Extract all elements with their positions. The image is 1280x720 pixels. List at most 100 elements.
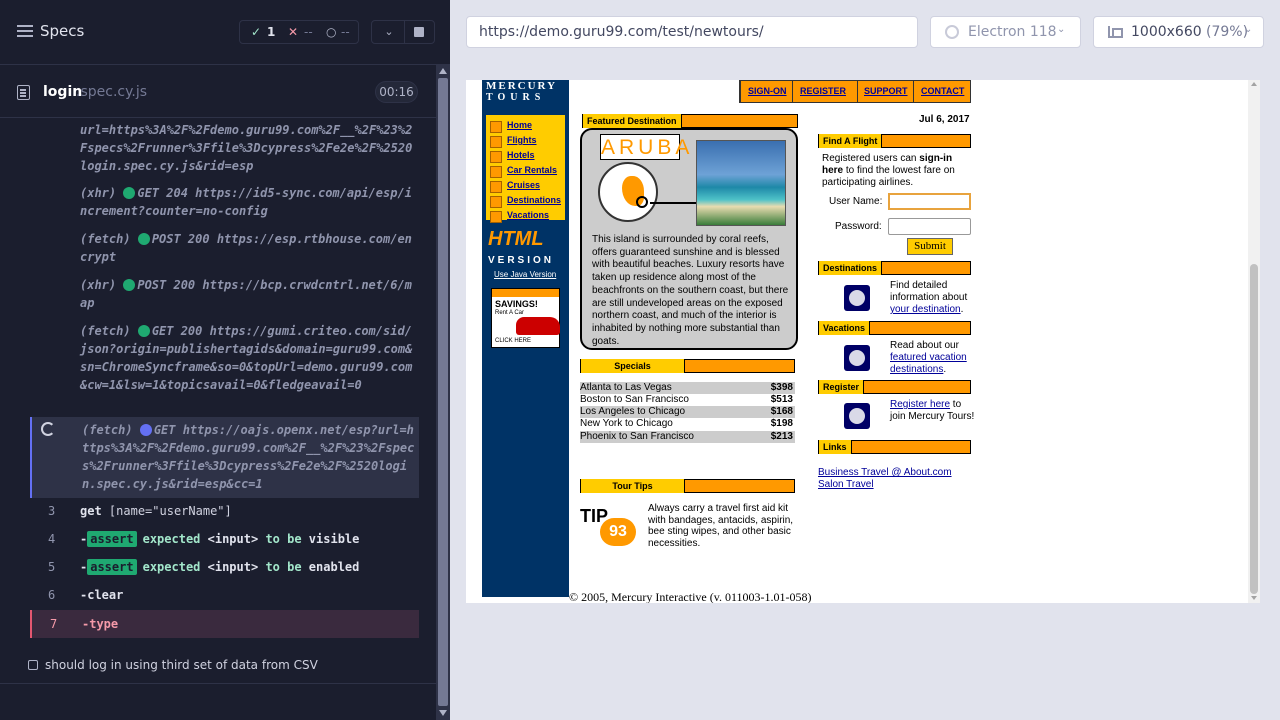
special-price: $213 — [770, 431, 793, 442]
scroll-up-icon[interactable] — [439, 68, 447, 74]
bullet-icon — [490, 136, 502, 148]
log-entry-text: (xhr) GET 204 https://id5-sync.com/api/e… — [80, 184, 415, 220]
pending-count: -- — [341, 25, 350, 39]
link-business-travel[interactable]: Business Travel @ About.com — [818, 467, 952, 478]
vacations-text: Read about our featured vacation destina… — [890, 340, 967, 375]
nav-register[interactable]: REGISTER — [800, 86, 846, 96]
browser-selector[interactable]: Electron 118 ⌄ — [930, 16, 1081, 48]
scroll-down-icon[interactable] — [439, 710, 447, 716]
assert-to-be: to be — [265, 560, 302, 574]
nav-contact[interactable]: CONTACT — [921, 86, 964, 96]
java-version-link[interactable]: Use Java Version — [494, 270, 556, 279]
side-nav-link[interactable]: Cruises — [507, 180, 540, 190]
specs-list-icon[interactable] — [17, 25, 33, 39]
file-icon — [17, 85, 30, 100]
nav-support[interactable]: SUPPORT — [864, 86, 908, 96]
command-row[interactable]: 3 get [name="userName"] — [30, 497, 419, 525]
log-entry[interactable]: (fetch) GET 200 https://gumi.criteo.com/… — [30, 322, 419, 412]
user-name-field[interactable] — [888, 193, 971, 210]
log-kind: (fetch) — [80, 232, 131, 246]
car-icon — [516, 317, 560, 335]
vacations-link[interactable]: featured vacation destinations — [890, 352, 967, 375]
featured-destination-box: ARUBA This island is surrounded by coral… — [580, 128, 798, 350]
side-nav-destinations[interactable]: Destinations — [487, 193, 566, 208]
side-nav-link[interactable]: Vacations — [507, 210, 549, 220]
aut-scrollbar[interactable] — [1248, 80, 1260, 603]
bullet-icon — [490, 211, 502, 223]
submit-button[interactable]: Submit — [907, 238, 953, 255]
assert-expected: expected — [142, 560, 201, 574]
featured-header: Featured Destination — [582, 114, 798, 128]
register-icon — [844, 403, 870, 429]
log-entry-text: url=https%3A%2F%2Fdemo.guru99.com%2F__%2… — [80, 123, 413, 173]
side-nav-link[interactable]: Home — [507, 120, 532, 130]
assert-expected: expected — [142, 532, 201, 546]
command-row-failed[interactable]: 7 -type — [30, 610, 419, 638]
special-route: Phoenix to San Francisco — [580, 431, 694, 442]
destinations-link[interactable]: your destination — [890, 304, 961, 315]
scroll-up-icon[interactable] — [1251, 82, 1257, 86]
spec-timer: 00:16 — [375, 81, 418, 103]
viewport-selector[interactable]: 1000x660 (79%) ⌄ — [1093, 16, 1264, 48]
command-row[interactable]: 5 - assert expected <input> to be enabled — [30, 553, 419, 581]
viewport-resize-icon — [1108, 26, 1123, 38]
log-entry[interactable]: (xhr) POST 200 https://bcp.crwdcntrl.net… — [30, 276, 419, 312]
step-number: 4 — [48, 532, 56, 546]
find-flight-header-label: Find A Flight — [819, 134, 883, 148]
side-nav-flights[interactable]: Flights — [487, 133, 566, 148]
side-nav-home[interactable]: Home — [487, 118, 566, 133]
nav-sign-on[interactable]: SIGN-ON — [748, 86, 787, 96]
side-nav-link[interactable]: Flights — [507, 135, 537, 145]
logo-line-1: MERCURY — [486, 80, 558, 92]
scroll-thumb[interactable] — [438, 78, 448, 706]
side-nav-cruises[interactable]: Cruises — [487, 178, 566, 193]
password-field[interactable] — [888, 218, 971, 235]
special-price: $513 — [770, 394, 793, 405]
bullet-icon — [490, 151, 502, 163]
status-dot-icon — [137, 233, 150, 245]
log-entry-active[interactable]: (fetch) GET https://oajs.openx.net/esp?u… — [30, 417, 419, 498]
bullet-icon — [490, 181, 502, 193]
runner-controls: ⌄ — [371, 20, 435, 44]
link-salon-travel[interactable]: Salon Travel — [818, 479, 874, 490]
register-link[interactable]: Register here — [890, 399, 950, 410]
chevron-down-icon: ⌄ — [1057, 24, 1066, 35]
side-nav-link[interactable]: Destinations — [507, 195, 561, 205]
page-date: Jul 6, 2017 — [919, 114, 970, 125]
mercury-tours-logo[interactable]: MERCURY TOURS — [486, 80, 557, 104]
divider — [792, 81, 793, 102]
side-nav-vacations[interactable]: Vacations — [487, 208, 566, 223]
specs-title[interactable]: Specs — [40, 22, 84, 40]
scroll-thumb[interactable] — [1250, 264, 1258, 594]
log-entry[interactable]: url=https%3A%2F%2Fdemo.guru99.com%2F__%2… — [30, 121, 419, 175]
step-arg: [name="userName"] — [108, 504, 232, 518]
tour-tips-header: Tour Tips — [580, 479, 795, 493]
special-price: $398 — [770, 382, 793, 393]
cypress-runner-panel: Specs ✓ 1 ✕ -- ○ -- ⌄ login .spec.cy.js … — [0, 0, 450, 720]
pointer-line — [650, 202, 696, 204]
stop-icon[interactable] — [414, 27, 424, 37]
reporter-scrollbar[interactable] — [436, 64, 450, 720]
specs-bar: Specs ✓ 1 ✕ -- ○ -- ⌄ — [0, 0, 450, 64]
side-nav-hotels[interactable]: Hotels — [487, 148, 566, 163]
logo-line-2: TOURS — [486, 92, 546, 103]
chevron-down-icon[interactable]: ⌄ — [383, 26, 395, 38]
step-cmd: -type — [82, 617, 119, 631]
special-route: Atlanta to Las Vegas — [580, 382, 672, 393]
table-row: Boston to San Francisco $513 — [580, 394, 795, 406]
savings-ad[interactable]: SAVINGS! Rent A Car CLICK HERE — [491, 288, 560, 348]
step-cmd: -clear — [80, 588, 124, 602]
specials-header-label: Specials — [581, 359, 685, 373]
side-nav-link[interactable]: Car Rentals — [507, 165, 557, 175]
side-nav-car-rentals[interactable]: Car Rentals — [487, 163, 566, 178]
log-entry[interactable]: (fetch) POST 200 https://esp.rtbhouse.co… — [30, 230, 419, 266]
status-dot-icon — [123, 187, 136, 199]
log-entry[interactable]: (xhr) GET 204 https://id5-sync.com/api/e… — [30, 184, 419, 220]
command-row[interactable]: 6 -clear — [30, 581, 419, 609]
command-log: url=https%3A%2F%2Fdemo.guru99.com%2F__%2… — [0, 118, 436, 648]
find-flight-text: Registered users can sign-in here to fin… — [822, 153, 970, 189]
aut-url-bar[interactable]: https://demo.guru99.com/test/newtours/ — [466, 16, 918, 48]
command-row[interactable]: 4 - assert expected <input> to be visible — [30, 525, 419, 553]
scroll-down-icon[interactable] — [1251, 596, 1257, 600]
side-nav-link[interactable]: Hotels — [507, 150, 535, 160]
